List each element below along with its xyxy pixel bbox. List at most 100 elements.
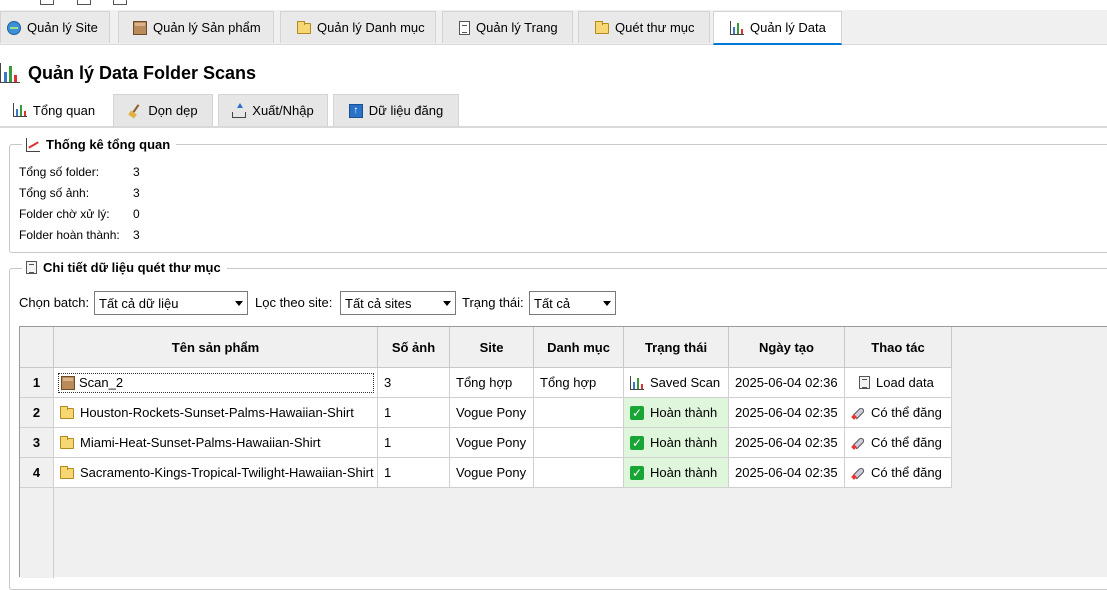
tab-site-management[interactable]: Quản lý Site (0, 11, 110, 43)
rocket-icon (851, 436, 865, 450)
column-header-name[interactable]: Tên sản phẩm (54, 327, 378, 368)
stat-value: 3 (133, 165, 140, 179)
tab-label: Xuất/Nhập (252, 103, 314, 118)
column-header-site[interactable]: Site (450, 327, 534, 368)
tab-label: Quản lý Data (750, 20, 826, 35)
tab-label: Quản lý Danh mục (317, 20, 425, 35)
overview-group (9, 144, 1107, 253)
window-control-icon[interactable] (77, 0, 91, 5)
stat-value: 3 (133, 228, 140, 242)
action-text: Load data (876, 375, 934, 390)
details-group-title: Chi tiết dữ liệu quét thư mục (22, 259, 227, 276)
table-cell-images[interactable]: 3 (378, 368, 450, 398)
tab-cleanup[interactable]: Dọn dẹp (113, 94, 213, 126)
row-number[interactable]: 3 (20, 428, 54, 458)
tab-label: Dữ liệu đăng (368, 103, 444, 118)
table-cell-category[interactable] (534, 458, 624, 488)
table-cell-created[interactable]: 2025-06-04 02:36 (729, 368, 845, 398)
tab-data-management[interactable]: Quản lý Data (713, 11, 842, 45)
action-text: Có thể đăng (871, 405, 942, 420)
check-icon: ✓ (630, 435, 644, 450)
status-select[interactable]: Tất cả (529, 291, 616, 315)
tab-product-management[interactable]: Quản lý Sản phẩm (118, 11, 274, 43)
table-cell-created[interactable]: 2025-06-04 02:35 (729, 458, 845, 488)
table-cell-status[interactable]: ✓ Hoàn thành (624, 398, 729, 428)
chevron-down-icon[interactable] (599, 292, 615, 314)
box-icon (61, 375, 75, 390)
table-cell-images[interactable]: 1 (378, 398, 450, 428)
status-text: Saved Scan (650, 375, 721, 390)
tab-label: Quản lý Trang (476, 20, 558, 35)
can-post-action[interactable]: Có thể đăng (845, 458, 952, 488)
tab-label: Tổng quan (32, 102, 96, 118)
table-cell-created[interactable]: 2025-06-04 02:35 (729, 428, 845, 458)
tab-page-management[interactable]: Quản lý Trang (442, 11, 573, 43)
tab-folder-scan[interactable]: Quét thư mục (578, 11, 710, 43)
stat-value: 3 (133, 186, 140, 200)
table-cell-status[interactable]: ✓ Hoàn thành (624, 428, 729, 458)
window-control-icon[interactable] (40, 0, 54, 5)
tab-overview[interactable]: Tổng quan (0, 94, 108, 126)
page-title: Quản lý Data Folder Scans (0, 60, 256, 86)
chart-icon (0, 63, 20, 83)
row-number[interactable]: 4 (20, 458, 54, 488)
chevron-down-icon[interactable] (439, 292, 455, 314)
tab-label: Quản lý Sản phẩm (153, 20, 261, 35)
batch-select[interactable]: Tất cả dữ liệu (94, 291, 248, 315)
table-cell-site[interactable]: Tổng hợp (450, 368, 534, 398)
product-name: Houston-Rockets-Sunset-Palms-Hawaiian-Sh… (80, 405, 354, 420)
can-post-action[interactable]: Có thể đăng (845, 428, 952, 458)
stat-value: 0 (133, 207, 140, 221)
table-cell-status[interactable]: Saved Scan (624, 368, 729, 398)
column-header-created[interactable]: Ngày tạo (729, 327, 845, 368)
chart-icon (630, 375, 644, 390)
table-cell-category[interactable] (534, 428, 624, 458)
product-name: Scan_2 (79, 375, 124, 390)
load-data-action[interactable]: Load data (845, 368, 952, 398)
table-cell-category[interactable] (534, 398, 624, 428)
stat-label: Tổng số ảnh: (19, 186, 90, 200)
site-filter-label: Lọc theo site: (255, 295, 333, 310)
data-grid[interactable]: Tên sản phẩm Số ảnh Site Danh mục Trạng … (19, 326, 1107, 578)
action-text: Có thể đăng (871, 435, 942, 450)
table-cell-name[interactable]: Houston-Rockets-Sunset-Palms-Hawaiian-Sh… (54, 398, 378, 428)
table-cell-name[interactable]: Scan_2 (54, 368, 378, 398)
broom-icon (128, 104, 142, 118)
table-cell-status[interactable]: ✓ Hoàn thành (624, 458, 729, 488)
column-header-images[interactable]: Số ảnh (378, 327, 450, 368)
window-control-icon[interactable] (113, 0, 127, 5)
table-cell-name[interactable]: Miami-Heat-Sunset-Palms-Hawaiian-Shirt (54, 428, 378, 458)
table-cell-created[interactable]: 2025-06-04 02:35 (729, 398, 845, 428)
table-cell-images[interactable]: 1 (378, 428, 450, 458)
row-number[interactable]: 2 (20, 398, 54, 428)
site-select-value: Tất cả sites (345, 295, 412, 311)
product-name: Sacramento-Kings-Tropical-Twilight-Hawai… (80, 465, 374, 480)
column-header-status[interactable]: Trạng thái (624, 327, 729, 368)
column-header-category[interactable]: Danh mục (534, 327, 624, 368)
can-post-action[interactable]: Có thể đăng (845, 398, 952, 428)
table-cell-category[interactable]: Tổng hợp (534, 368, 624, 398)
product-name: Miami-Heat-Sunset-Palms-Hawaiian-Shirt (80, 435, 321, 450)
site-select[interactable]: Tất cả sites (340, 291, 456, 315)
chevron-down-icon[interactable] (231, 292, 247, 314)
grid-corner[interactable] (20, 327, 54, 368)
folder-icon (60, 406, 74, 419)
check-icon: ✓ (630, 465, 644, 480)
main-tab-bar: Quản lý Site Quản lý Sản phẩm Quản lý Da… (0, 10, 1107, 45)
table-cell-site[interactable]: Vogue Pony (450, 458, 534, 488)
tab-category-management[interactable]: Quản lý Danh mục (280, 11, 436, 43)
table-cell-images[interactable]: 1 (378, 458, 450, 488)
batch-filter-label: Chọn batch: (19, 295, 90, 310)
tab-import-export[interactable]: Xuất/Nhập (218, 94, 328, 126)
table-cell-site[interactable]: Vogue Pony (450, 428, 534, 458)
tab-posting-data[interactable]: ↑ Dữ liệu đăng (333, 94, 459, 126)
row-number[interactable]: 1 (20, 368, 54, 398)
table-cell-name[interactable]: Sacramento-Kings-Tropical-Twilight-Hawai… (54, 458, 378, 488)
folder-icon (595, 21, 609, 34)
sub-tab-bar: Tổng quan Dọn dẹp Xuất/Nhập ↑ Dữ liệu đă… (0, 94, 1107, 128)
name-edit-box[interactable]: Scan_2 (58, 372, 374, 393)
folder-icon (297, 21, 311, 34)
tab-label: Quét thư mục (615, 20, 695, 35)
table-cell-site[interactable]: Vogue Pony (450, 398, 534, 428)
column-header-actions[interactable]: Thao tác (845, 327, 952, 368)
